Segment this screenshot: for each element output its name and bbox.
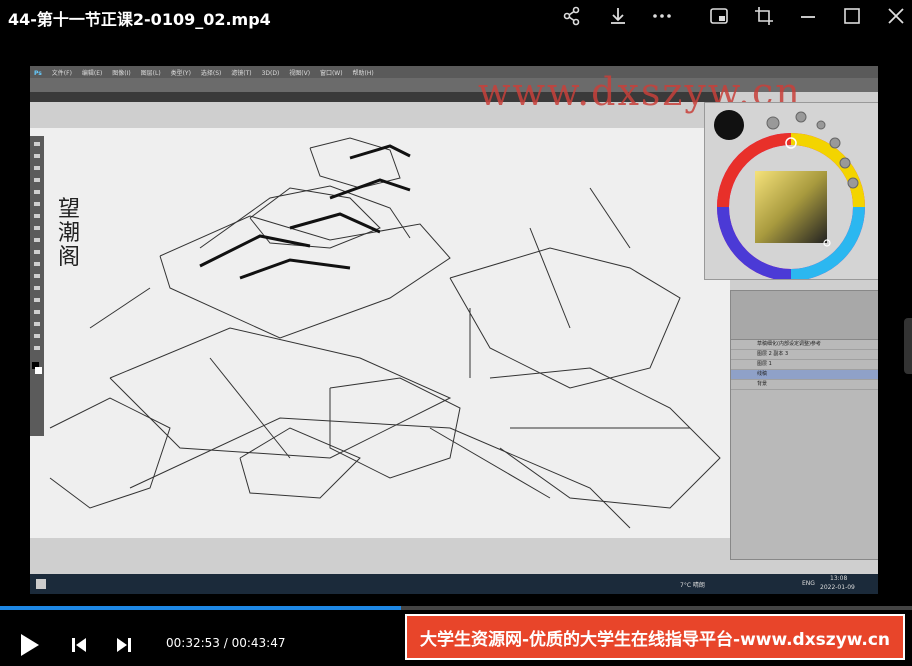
ps-menu-item: 编辑(E): [81, 70, 103, 77]
taskbar-weather: 7°C 晴朗: [680, 582, 705, 589]
more-icon[interactable]: [650, 4, 674, 28]
layer-row[interactable]: 图层 2 副本 3: [731, 350, 878, 360]
time-separator: /: [219, 636, 232, 650]
taskbar-time: 13:08: [830, 575, 848, 582]
play-button[interactable]: [14, 630, 44, 660]
ps-menu-item: 滤镜(T): [231, 70, 252, 77]
video-title: 44-第十一节正课2-0109_02.mp4: [8, 10, 271, 29]
maximize-icon[interactable]: [840, 4, 864, 28]
crop-icon[interactable]: [752, 4, 776, 28]
windows-start-icon: [36, 579, 46, 589]
line-sketch: [49, 137, 721, 529]
taskbar-date: 2022-01-09: [820, 584, 855, 591]
taskbar-language: ENG: [802, 580, 815, 587]
download-icon[interactable]: [606, 4, 630, 28]
calligraphy-title: 望潮阁: [58, 197, 81, 270]
ps-menu-item: 3D(D): [261, 70, 280, 77]
color-wheel-panel: [704, 102, 878, 281]
ps-menu-item: 选择(S): [200, 70, 222, 77]
share-icon[interactable]: [560, 4, 584, 28]
promo-banner[interactable]: 大学生资源网-优质的大学生在线指导平台-www.dxszyw.cn: [405, 614, 905, 660]
minimize-icon[interactable]: [796, 4, 820, 28]
ps-menu-item: 图层(L): [140, 70, 161, 77]
ps-menu-item: 窗口(W): [319, 70, 343, 77]
layer-row-selected[interactable]: 线稿: [731, 370, 878, 380]
photoshop-toolbar: [30, 136, 44, 436]
playback-time: 00:32:53 / 00:43:47: [166, 636, 285, 650]
ps-menu-item: 视图(V): [289, 70, 311, 77]
progress-fill: [0, 606, 402, 610]
skip-next-icon: [117, 638, 131, 652]
video-frame[interactable]: Ps 文件(F) 编辑(E) 图像(I) 图层(L) 类型(Y) 选择(S) 滤…: [30, 66, 878, 594]
windows-taskbar: 7°C 晴朗 ENG 13:08 2022-01-09: [30, 574, 878, 594]
ps-menu-item: 文件(F): [51, 70, 72, 77]
layer-row[interactable]: 图层 1: [731, 360, 878, 370]
skip-previous-icon: [72, 638, 86, 652]
current-time: 00:32:53: [166, 636, 220, 650]
layers-panel: 草稿细化(内部设定调整)参考 图层 2 副本 3 图层 1 线稿 背景: [730, 290, 878, 560]
photoshop-logo: Ps: [34, 70, 42, 77]
close-icon[interactable]: [884, 4, 908, 28]
layers-panel-header: [731, 291, 878, 340]
drawing-canvas: 望潮阁: [30, 128, 730, 538]
total-time: 00:43:47: [231, 636, 286, 650]
layer-row[interactable]: 草稿细化(内部设定调整)参考: [731, 340, 878, 350]
next-button[interactable]: [113, 634, 135, 656]
play-icon: [21, 634, 39, 656]
progress-bar[interactable]: [0, 606, 912, 610]
picture-in-picture-icon[interactable]: [707, 4, 731, 28]
ps-menu-item: 图像(I): [112, 70, 131, 77]
layer-row[interactable]: 背景: [731, 380, 878, 390]
ps-menu-item: 帮助(H): [352, 70, 374, 77]
side-panel-handle[interactable]: [904, 318, 912, 374]
title-bar: 44-第十一节正课2-0109_02.mp4: [0, 0, 912, 60]
ps-menu-item: 类型(Y): [170, 70, 191, 77]
previous-button[interactable]: [68, 634, 90, 656]
